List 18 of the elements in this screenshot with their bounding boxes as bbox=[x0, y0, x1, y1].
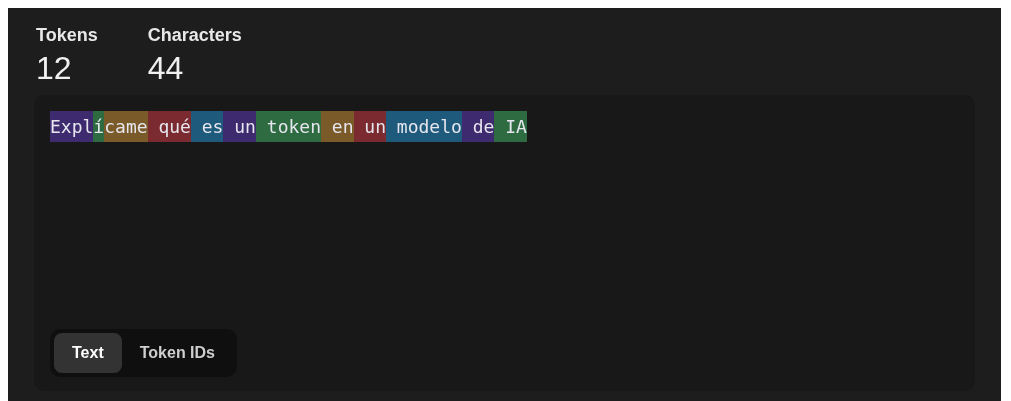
token: Expl bbox=[50, 111, 94, 143]
token: un bbox=[353, 111, 386, 143]
token: qué bbox=[147, 111, 191, 143]
token: un bbox=[223, 111, 256, 143]
token: í bbox=[93, 111, 105, 143]
token: en bbox=[321, 111, 354, 143]
token: came bbox=[104, 111, 148, 143]
stat-label: Tokens bbox=[36, 24, 98, 47]
token: IA bbox=[494, 111, 527, 143]
token: es bbox=[190, 111, 224, 143]
token: token bbox=[255, 111, 321, 143]
stat-label: Characters bbox=[147, 24, 242, 47]
token: modelo bbox=[386, 111, 462, 143]
view-tab[interactable]: Token IDs bbox=[121, 333, 233, 373]
stat-value: 44 bbox=[147, 49, 185, 88]
stat-value: 12 bbox=[36, 49, 73, 88]
view-tab[interactable]: Text bbox=[54, 333, 122, 373]
token: de bbox=[461, 111, 495, 143]
